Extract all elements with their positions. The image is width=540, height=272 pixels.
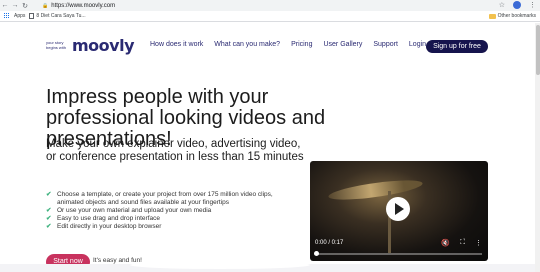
lock-icon: 🔒 [42,2,49,9]
feature-text: Edit directly in your desktop browser [57,223,162,230]
check-icon: ✔ [46,223,52,230]
logo-tagline: your story begins with [46,40,67,50]
other-bookmarks[interactable]: Other bookmarks [488,13,536,19]
video-time: 0:00 / 0:17 [315,240,344,246]
list-item: ✔ Or use your own material and upload yo… [46,207,282,215]
other-bookmarks-label: Other bookmarks [497,13,536,19]
nav-login[interactable]: Login [409,41,426,48]
check-icon: ✔ [46,215,52,222]
menu-icon[interactable]: ⋮ [529,1,536,9]
logo-wordmark: moovly [72,36,135,55]
video-player[interactable]: 0:00 / 0:17 🔇 ⛶ ⋮ [310,161,488,261]
nav-how-it-works[interactable]: How does it work [150,41,203,48]
bookmark-item[interactable]: 8 Diet Cara Saya Tu... [29,13,86,19]
page-subhead: Make your own explainer video, advertisi… [46,138,304,163]
reload-icon[interactable]: ↻ [20,2,30,10]
video-controls: 🔇 ⛶ ⋮ [441,239,482,247]
mute-icon[interactable]: 🔇 [441,239,450,247]
forward-icon[interactable]: → [10,2,20,9]
video-progress-knob[interactable] [314,251,319,256]
video-progress-track[interactable] [316,253,482,255]
browser-actions: ☆ ⋮ [499,1,536,9]
feature-list: ✔ Choose a template, or create your proj… [46,191,282,231]
profile-avatar[interactable] [513,1,521,9]
nav-pricing[interactable]: Pricing [291,41,312,48]
url-field[interactable]: https://www.moovly.com [51,3,115,9]
feature-text: Or use your own material and upload your… [57,207,212,214]
bookmark-apps-label: Apps [14,13,26,19]
folder-icon [488,13,496,19]
star-icon[interactable]: ☆ [499,1,505,9]
bookmark-item-label: 8 Diet Cara Saya Tu... [36,13,86,19]
bookmarks-bar: Apps 8 Diet Cara Saya Tu... Other bookma… [0,11,540,22]
address-bar: ← → ↻ 🔒 https://www.moovly.com ☆ ⋮ [0,0,540,11]
play-icon[interactable] [386,197,410,221]
logo[interactable]: your story begins with moovly [46,36,135,55]
cymbal-image [327,176,424,204]
nav-what-can-you-make[interactable]: What can you make? [214,41,280,48]
fullscreen-icon[interactable]: ⛶ [460,239,465,247]
list-item: ✔ Edit directly in your desktop browser [46,223,282,231]
check-icon: ✔ [46,191,52,198]
nav-support[interactable]: Support [373,41,398,48]
section-divider [0,261,540,272]
signup-button[interactable]: Sign up for free [426,40,488,53]
scrollbar-thumb[interactable] [535,25,540,75]
more-options-icon[interactable]: ⋮ [475,239,482,247]
main-nav: How does it work What can you make? Pric… [150,41,437,48]
list-item: ✔ Easy to use drag and drop interface [46,215,282,223]
nav-user-gallery[interactable]: User Gallery [323,41,362,48]
back-icon[interactable]: ← [0,2,10,9]
list-item: ✔ Choose a template, or create your proj… [46,191,282,207]
apps-icon[interactable] [4,13,10,19]
page-icon [29,13,35,19]
bookmark-apps[interactable]: Apps [14,13,25,19]
check-icon: ✔ [46,207,52,214]
feature-text: Choose a template, or create your projec… [57,191,273,206]
feature-text: Easy to use drag and drop interface [57,215,160,222]
